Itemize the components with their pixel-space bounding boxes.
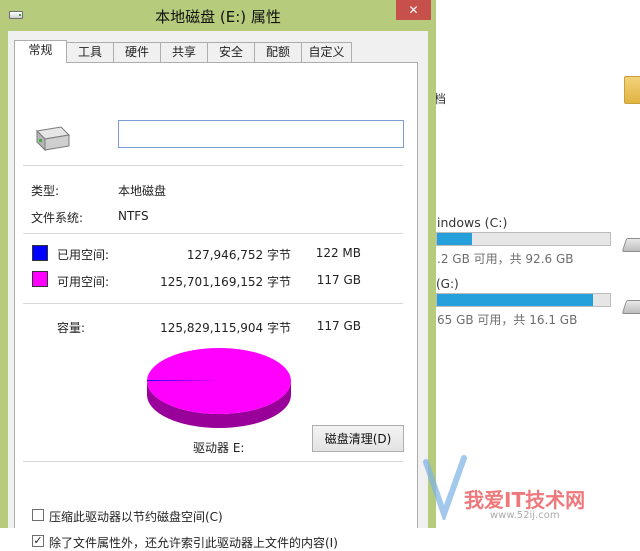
drive-c-usage-fill: [437, 233, 472, 245]
drive-g-name[interactable]: (G:): [436, 277, 459, 291]
tab-quota[interactable]: 配额: [254, 42, 302, 62]
used-space-label: 已用空间:: [57, 248, 110, 262]
disk-usage-pie: [147, 348, 291, 428]
compress-checkbox[interactable]: [32, 509, 44, 521]
index-checkbox[interactable]: ✓: [32, 535, 44, 547]
tab-hardware[interactable]: 硬件: [113, 42, 161, 62]
drive-c-icon: [621, 238, 640, 252]
tab-security[interactable]: 安全: [207, 42, 255, 62]
drive-g-status: 65 GB 可用，共 16.1 GB: [437, 313, 578, 327]
used-space-bytes: 127,946,752 字节: [186, 248, 291, 262]
title-bar[interactable]: 本地磁盘 (E:) 属性 ✕: [0, 0, 436, 31]
drive-c-name[interactable]: indows (C:): [437, 215, 507, 230]
free-space-size: 117 GB: [316, 273, 361, 287]
properties-dialog: 本地磁盘 (E:) 属性 ✕ 常规 工具 硬件 共享 安全 配额 自定义 类型:…: [0, 0, 436, 550]
capacity-size: 117 GB: [316, 319, 361, 333]
hard-drive-icon: [35, 126, 71, 152]
separator: [23, 165, 403, 166]
free-space-swatch: [32, 271, 48, 287]
tab-customize[interactable]: 自定义: [301, 42, 352, 62]
free-space-label: 可用空间:: [57, 275, 110, 289]
filesystem-label: 文件系统:: [31, 211, 84, 225]
separator: [23, 303, 403, 304]
used-space-swatch: [32, 245, 48, 261]
used-space-size: 122 MB: [315, 246, 361, 260]
drive-g-icon: [621, 300, 640, 314]
index-label[interactable]: 除了文件属性外，还允许索引此驱动器上文件的内容(I): [49, 534, 338, 551]
tab-tools[interactable]: 工具: [66, 42, 114, 62]
watermark-brand: 我爱IT技术网: [464, 488, 586, 512]
drive-g-usage-bar: [436, 293, 611, 307]
free-space-bytes: 125,701,169,152 字节: [160, 275, 291, 289]
drive-label: 驱动器 E:: [193, 441, 245, 455]
close-button[interactable]: ✕: [396, 0, 431, 20]
type-label: 类型:: [31, 184, 60, 198]
compress-label[interactable]: 压缩此驱动器以节约磁盘空间(C): [49, 508, 223, 525]
folder-icon: [624, 76, 640, 104]
site-watermark: 我爱IT技术网 www.52ij.com: [420, 448, 640, 528]
capacity-bytes: 125,829,115,904 字节: [160, 321, 291, 335]
tab-general[interactable]: 常规: [14, 40, 67, 63]
tab-sharing[interactable]: 共享: [160, 42, 208, 62]
watermark-logo-icon: [423, 455, 467, 520]
drive-c-usage-bar: [436, 232, 611, 246]
dialog-title: 本地磁盘 (E:) 属性: [155, 8, 281, 26]
capacity-label: 容量:: [57, 321, 86, 335]
drive-c-status: .2 GB 可用，共 92.6 GB: [437, 252, 574, 266]
disk-cleanup-button[interactable]: 磁盘清理(D): [312, 425, 404, 452]
dialog-body: 常规 工具 硬件 共享 安全 配额 自定义 类型: 本地磁盘 文件系统: NTF…: [8, 31, 428, 550]
separator: [23, 233, 403, 234]
volume-label-input[interactable]: [118, 120, 404, 148]
type-value: 本地磁盘: [118, 184, 167, 198]
filesystem-value: NTFS: [118, 209, 149, 223]
general-tab-panel: 类型: 本地磁盘 文件系统: NTFS 已用空间: 127,946,752 字节…: [14, 62, 418, 550]
separator: [23, 461, 403, 462]
watermark-url: www.52ij.com: [490, 510, 560, 521]
drive-g-usage-fill: [437, 294, 593, 306]
